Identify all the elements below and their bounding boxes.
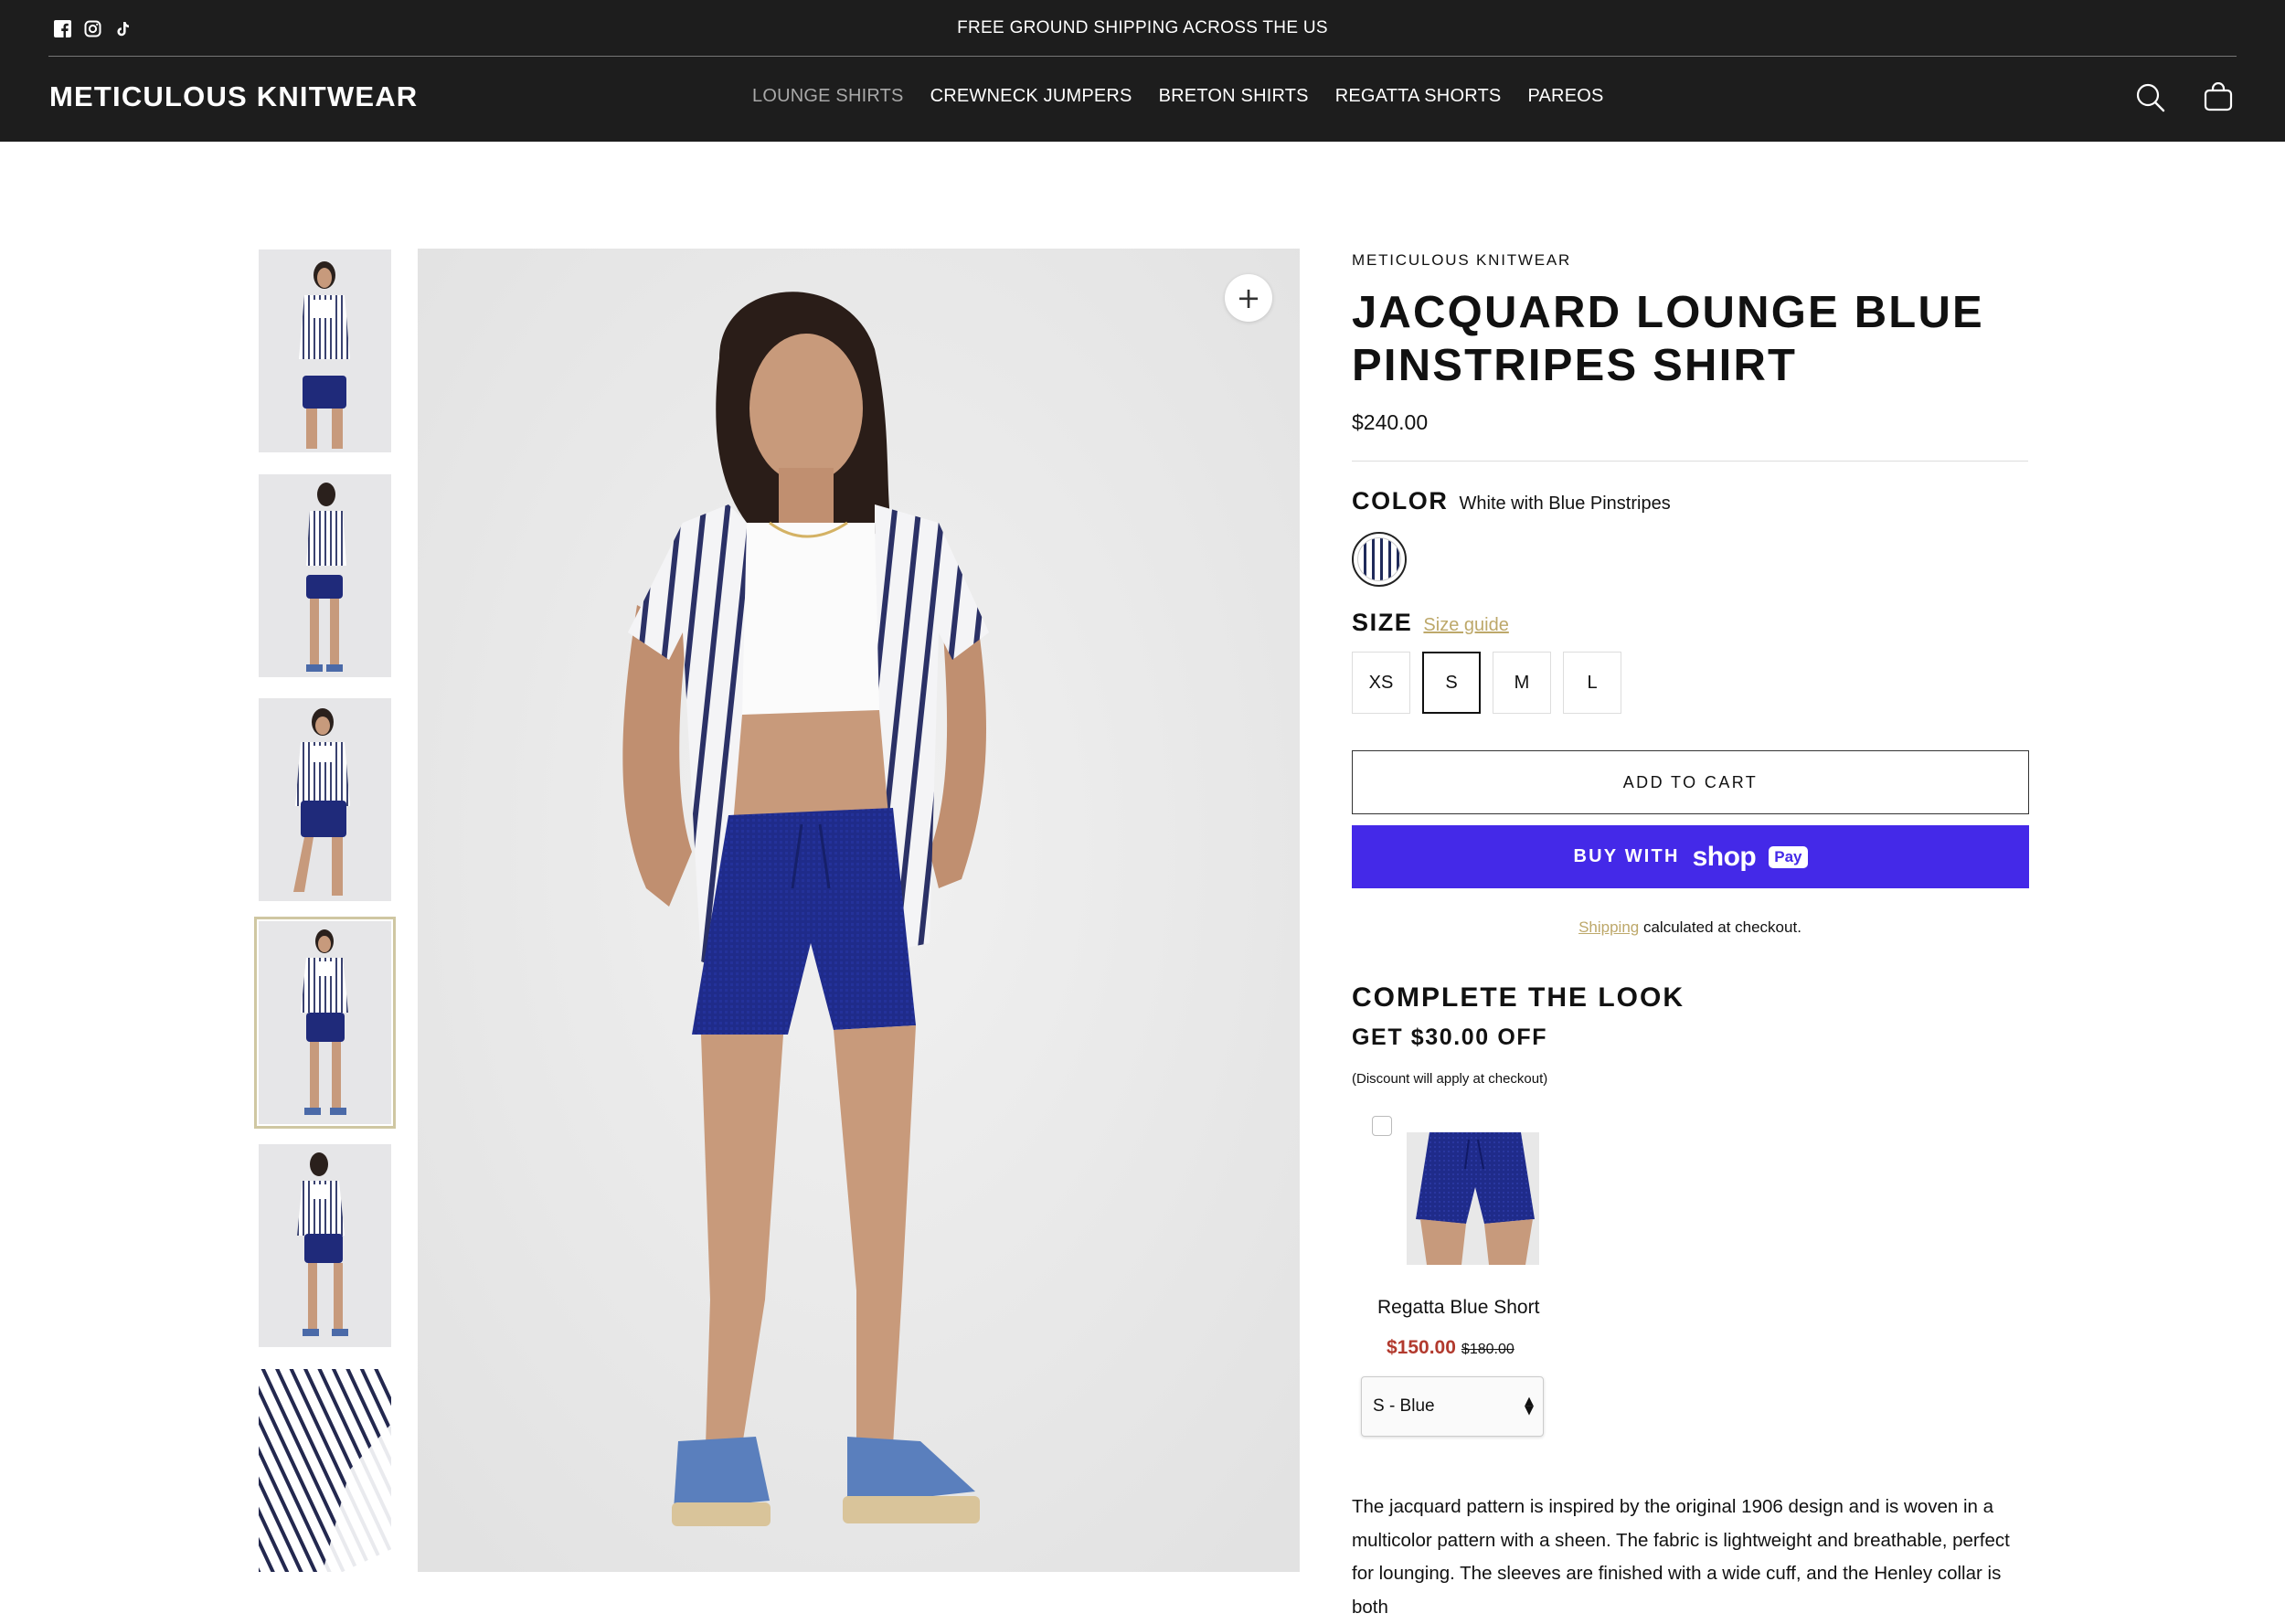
shop-pay-logo: shop — [1692, 841, 1757, 872]
add-to-cart-button[interactable]: ADD TO CART — [1352, 750, 2029, 814]
bundle-item-image[interactable] — [1407, 1132, 1539, 1265]
zoom-button[interactable]: + — [1225, 274, 1272, 322]
color-option-label: COLOR White with Blue Pinstripes — [1352, 487, 2028, 515]
buy-with-label: BUY WITH — [1573, 846, 1680, 866]
nav-pareos[interactable]: PAREOS — [1527, 86, 1603, 107]
thumbnail-6[interactable] — [259, 1369, 391, 1572]
complete-look-note: (Discount will apply at checkout) — [1352, 1071, 1548, 1087]
thumbnail-1[interactable] — [259, 249, 391, 452]
size-guide-link[interactable]: Size guide — [1423, 615, 1508, 636]
product-price: $240.00 — [1352, 410, 1429, 434]
header-actions — [2135, 81, 2234, 113]
search-icon[interactable] — [2135, 82, 2166, 113]
size-l-button[interactable]: L — [1563, 652, 1621, 714]
complete-look-title: COMPLETE THE LOOK — [1352, 982, 1685, 1013]
nav-crewneck-jumpers[interactable]: CREWNECK JUMPERS — [930, 86, 1132, 107]
select-arrows-icon: ▲ ▼ — [1525, 1395, 1534, 1417]
bundle-item: Regatta Blue Short $150.00 $180.00 S - B… — [1352, 1116, 1589, 1481]
product-vendor[interactable]: METICULOUS KNITWEAR — [1352, 251, 2028, 270]
site-header: FREE GROUND SHIPPING ACROSS THE US METIC… — [0, 0, 2285, 142]
nav-regatta-shorts[interactable]: REGATTA SHORTS — [1335, 86, 1502, 107]
color-value: White with Blue Pinstripes — [1459, 494, 1671, 514]
bundle-sale-price: $150.00 — [1387, 1337, 1456, 1358]
pay-badge: Pay — [1769, 845, 1808, 868]
bundle-item-checkbox[interactable] — [1372, 1116, 1392, 1136]
complete-look-discount: GET $30.00 OFF — [1352, 1024, 1548, 1050]
color-swatch-pinstripes[interactable] — [1352, 532, 1407, 587]
shipping-note-text: calculated at checkout. — [1639, 918, 1801, 936]
size-selector: XS S M L — [1352, 652, 2028, 714]
product-description: The jacquard pattern is inspired by the … — [1352, 1496, 2010, 1618]
thumbnail-4[interactable] — [254, 917, 396, 1129]
size-s-button[interactable]: S — [1422, 652, 1481, 714]
cart-icon[interactable] — [2203, 81, 2234, 113]
bundle-variant-select[interactable]: S - Blue ▲ ▼ — [1361, 1376, 1544, 1437]
announcement-bar: FREE GROUND SHIPPING ACROSS THE US — [48, 0, 2237, 57]
bundle-original-price: $180.00 — [1461, 1342, 1514, 1357]
product-main-image[interactable] — [418, 249, 1300, 1572]
size-xs-button[interactable]: XS — [1352, 652, 1410, 714]
bundle-item-price: $150.00 $180.00 — [1387, 1337, 1514, 1359]
announcement-text: FREE GROUND SHIPPING ACROSS THE US — [957, 18, 1328, 37]
product-title: JACQUARD LOUNGE BLUE PINSTRIPES SHIRT — [1352, 288, 1984, 390]
pinstripe-swatch-icon — [1357, 537, 1401, 581]
size-option-label: SIZE Size guide — [1352, 609, 2028, 637]
bundle-variant-value: S - Blue — [1373, 1396, 1435, 1416]
nav-breton-shirts[interactable]: BRETON SHIRTS — [1159, 86, 1309, 107]
store-logo[interactable]: METICULOUS KNITWEAR — [49, 80, 418, 113]
shipping-note: Shipping calculated at checkout. — [1352, 918, 2028, 937]
color-label: COLOR — [1352, 487, 1449, 515]
shop-pay-button[interactable]: BUY WITH shop Pay — [1352, 825, 2029, 888]
bundle-item-name[interactable]: Regatta Blue Short — [1377, 1297, 1539, 1319]
divider — [1352, 461, 2028, 462]
thumbnail-3[interactable] — [259, 698, 391, 901]
thumbnail-5[interactable] — [259, 1144, 391, 1347]
shipping-link[interactable]: Shipping — [1578, 918, 1639, 936]
size-m-button[interactable]: M — [1493, 652, 1551, 714]
product-info: METICULOUS KNITWEAR JACQUARD LOUNGE BLUE… — [1352, 247, 2029, 1624]
nav-lounge-shirts[interactable]: LOUNGE SHIRTS — [752, 86, 904, 107]
thumbnail-2[interactable] — [259, 474, 391, 677]
size-label: SIZE — [1352, 609, 1413, 636]
main-nav: LOUNGE SHIRTS CREWNECK JUMPERS BRETON SH… — [752, 86, 1604, 107]
